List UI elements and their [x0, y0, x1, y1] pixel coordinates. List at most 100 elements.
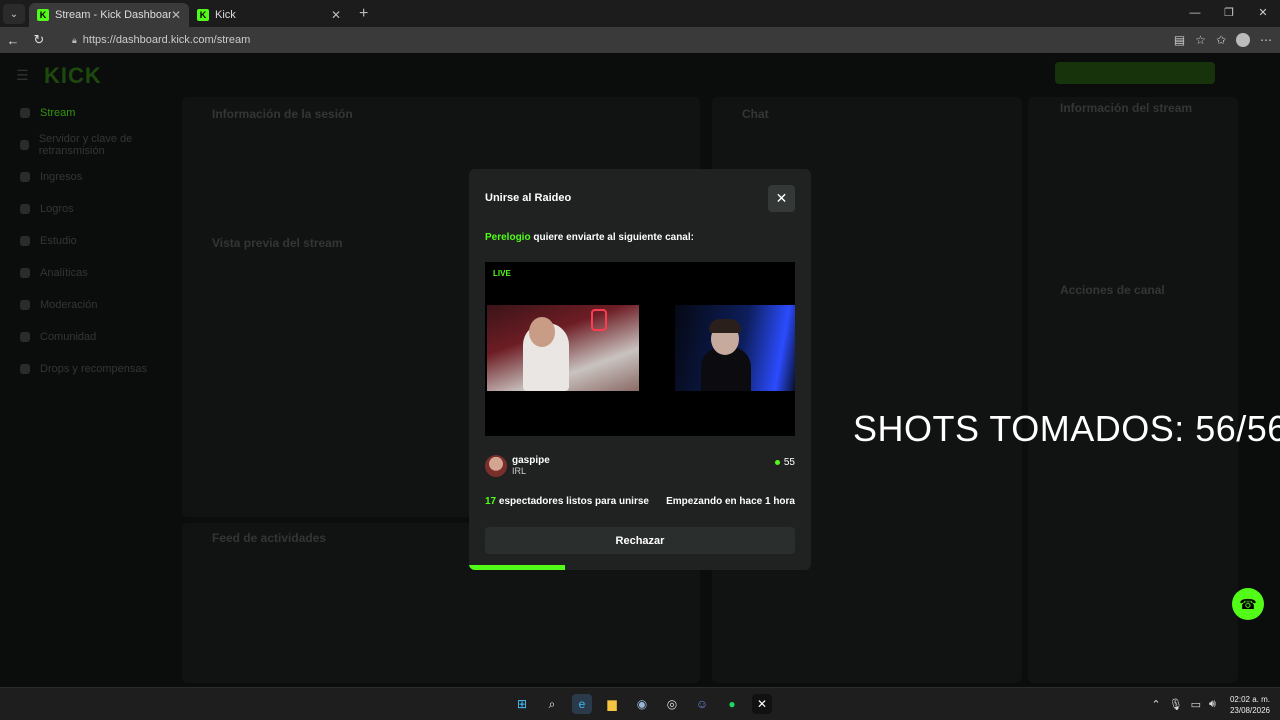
profile-avatar-icon[interactable] [1236, 33, 1250, 47]
gift-icon [20, 364, 30, 374]
money-icon [20, 172, 30, 182]
more-menu-icon[interactable]: ⋯ [1260, 33, 1272, 47]
ready-viewers-text: 17 espectadores listos para unirse [485, 496, 649, 507]
modal-title: Unirse al Raideo [485, 192, 572, 204]
clock-date: 23/08/2026 [1229, 705, 1270, 715]
reject-raid-button[interactable]: Rechazar [485, 527, 795, 554]
collections-icon[interactable]: ✩ [1216, 33, 1226, 47]
reader-view-icon[interactable]: ▤ [1174, 33, 1185, 47]
tab-kick-dashboard[interactable]: K Stream - Kick Dashboard ✕ [29, 3, 189, 27]
stream-info-title: Información del stream [1060, 101, 1193, 115]
hammer-icon [20, 300, 30, 310]
capcut-icon[interactable]: ✕ [752, 694, 772, 714]
tab-title: Stream - Kick Dashboard [55, 9, 171, 21]
volume-icon[interactable]: 🔊︎ [1209, 698, 1216, 711]
windows-start-icon[interactable]: ⊞ [512, 694, 532, 714]
ready-label: espectadores listos para unirse [496, 496, 649, 507]
tab-list-menu-button[interactable]: ⌄ [3, 4, 25, 24]
edge-browser-icon[interactable]: e [572, 694, 592, 714]
sidebar-item-label: Stream [40, 107, 76, 119]
shots-overlay-text: SHOTS TOMADOS: 56/56 [853, 408, 1280, 449]
sidebar-item-moderation[interactable]: Moderación [0, 289, 180, 321]
system-clock[interactable]: 02:02 a. m. 23/08/2026 [1230, 694, 1270, 716]
sidebar-item-stream[interactable]: Stream [0, 97, 180, 129]
live-badge: LIVE [493, 269, 511, 278]
raid-sender-name[interactable]: Perelogio [485, 232, 531, 243]
streamer-name[interactable]: gaspipe [512, 455, 550, 466]
studio-icon [20, 236, 30, 246]
sidebar-item-label: Drops y recompensas [40, 363, 147, 375]
ready-count: 17 [485, 496, 497, 507]
stream-category: IRL [512, 466, 527, 476]
kick-favicon-icon: K [197, 9, 209, 21]
sidebar-item-income[interactable]: Ingresos [0, 161, 180, 193]
live-dot-icon [774, 460, 780, 465]
browser-tab-bar: ⌄ K Stream - Kick Dashboard ✕ K Kick ✕ +… [0, 0, 1280, 27]
tab-kick[interactable]: K Kick ✕ [189, 3, 349, 27]
discord-icon[interactable]: ☺ [692, 694, 712, 714]
person-hair-shape [709, 319, 741, 333]
chat-title: Chat [742, 107, 769, 121]
raid-countdown-bar [469, 565, 811, 570]
hamburger-menu-icon[interactable]: ☰ [16, 67, 29, 84]
sidebar-item-server-key[interactable]: Servidor y clave de retransmisión [0, 129, 180, 161]
url-field[interactable]: 🔒︎ https://dashboard.kick.com/stream [68, 30, 1168, 50]
address-bar: ← ↻ 🔒︎ https://dashboard.kick.com/stream… [0, 27, 1280, 53]
lock-icon: 🔒︎ [72, 34, 77, 45]
back-arrow-icon[interactable]: ← [0, 33, 26, 48]
network-icon[interactable]: ▭ [1191, 698, 1201, 711]
tab-close-icon[interactable]: ✕ [331, 8, 341, 22]
sidebar-item-label: Servidor y clave de retransmisión [38, 133, 133, 157]
spotify-icon[interactable]: ● [722, 694, 742, 714]
start-time-text: Empezando en hace 1 hora [666, 496, 795, 507]
analytics-icon [20, 268, 30, 278]
stream-preview-title: Vista previa del stream [212, 236, 343, 250]
window-controls: — ❐ ✕ [1178, 0, 1280, 27]
taskbar-apps: ⊞ ⌕ e ▆ ◉ ◎ ☺ ● ✕ [512, 694, 772, 714]
tray-chevron-up-icon[interactable]: ⌃ [1151, 698, 1160, 711]
webcam-left-image [487, 305, 639, 391]
support-chat-button[interactable]: ☎ [1232, 588, 1264, 620]
search-icon[interactable]: ⌕ [542, 694, 562, 714]
refresh-icon[interactable]: ↻ [26, 32, 52, 48]
tab-close-icon[interactable]: ✕ [171, 8, 181, 22]
microphone-icon[interactable]: 🎙︎ [1169, 698, 1183, 711]
raid-stats-row: 17 espectadores listos para unirse Empez… [485, 496, 795, 507]
raid-join-modal: Unirse al Raideo ✕ Perelogio quiere envi… [469, 169, 811, 570]
restore-icon[interactable]: ❐ [1212, 0, 1246, 27]
viewer-count-value: 55 [783, 457, 795, 468]
sidebar-item-label: Moderación [40, 299, 98, 311]
tab-title: Kick [215, 9, 236, 21]
community-icon [20, 332, 30, 342]
headset-icon: ☎ [1239, 595, 1257, 612]
obs-icon[interactable]: ◎ [662, 694, 682, 714]
sidebar-item-analytics[interactable]: Analíticas [0, 257, 180, 289]
sidebar-item-label: Ingresos [40, 171, 83, 183]
file-explorer-icon[interactable]: ▆ [602, 694, 622, 714]
webcam-right-image [675, 305, 795, 391]
minimize-icon[interactable]: — [1178, 0, 1212, 27]
sidebar-item-label: Estudio [40, 235, 77, 247]
sidebar-item-drops[interactable]: Drops y recompensas [0, 353, 180, 385]
browser-toolbar-icons: ▤ ☆ ✩ ⋯ [1174, 27, 1272, 53]
go-live-button[interactable] [1055, 62, 1215, 84]
sidebar-item-studio[interactable]: Estudio [0, 225, 180, 257]
stream-preview-thumbnail[interactable]: LIVE [485, 262, 795, 436]
dashboard-sidebar: Stream Servidor y clave de retransmisión… [0, 97, 180, 385]
new-tab-button[interactable]: + [359, 5, 368, 23]
stream-info-panel [1028, 97, 1238, 683]
key-icon [20, 140, 29, 150]
steam-icon[interactable]: ◉ [632, 694, 652, 714]
close-modal-button[interactable]: ✕ [768, 185, 795, 212]
stream-icon [20, 108, 30, 118]
sidebar-item-community[interactable]: Comunidad [0, 321, 180, 353]
close-icon: ✕ [775, 190, 788, 206]
sidebar-item-label: Comunidad [40, 331, 97, 343]
close-window-icon[interactable]: ✕ [1246, 0, 1280, 27]
clock-time: 02:02 a. m. [1229, 694, 1270, 704]
activity-feed-title: Feed de actividades [212, 531, 327, 545]
raid-countdown-fill [469, 565, 565, 570]
streamer-avatar[interactable] [485, 455, 507, 477]
favorite-star-icon[interactable]: ☆ [1195, 33, 1206, 47]
sidebar-item-achievements[interactable]: Logros [0, 193, 180, 225]
